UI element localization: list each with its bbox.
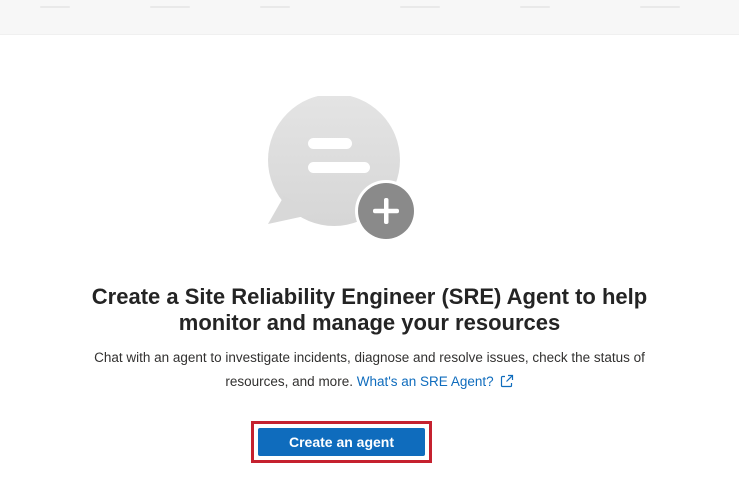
whats-an-sre-agent-link-label[interactable]: What's an SRE Agent? (357, 374, 494, 389)
create-agent-highlight-frame: Create an agent (251, 421, 432, 463)
sre-agent-empty-state-page: Create a Site Reliability Engineer (SRE)… (0, 0, 739, 494)
description-line-2: resources, and more. What's an SRE Agent… (0, 370, 739, 396)
chat-bubble-plus-icon (262, 94, 422, 246)
top-toolbar-strip (0, 0, 739, 35)
title-line-1: Create a Site Reliability Engineer (SRE)… (91, 284, 648, 309)
title-line-2: monitor and manage your resources (178, 310, 561, 335)
whats-an-sre-agent-link[interactable]: What's an SRE Agent? (357, 374, 514, 389)
empty-state-description: Chat with an agent to investigate incide… (0, 346, 739, 396)
empty-state-title: Create a Site Reliability Engineer (SRE)… (0, 284, 739, 336)
external-link-icon[interactable] (500, 372, 514, 396)
create-an-agent-button[interactable]: Create an agent (258, 428, 425, 456)
description-line-1: Chat with an agent to investigate incide… (94, 350, 645, 365)
description-line-2-text: resources, and more. (225, 374, 357, 389)
